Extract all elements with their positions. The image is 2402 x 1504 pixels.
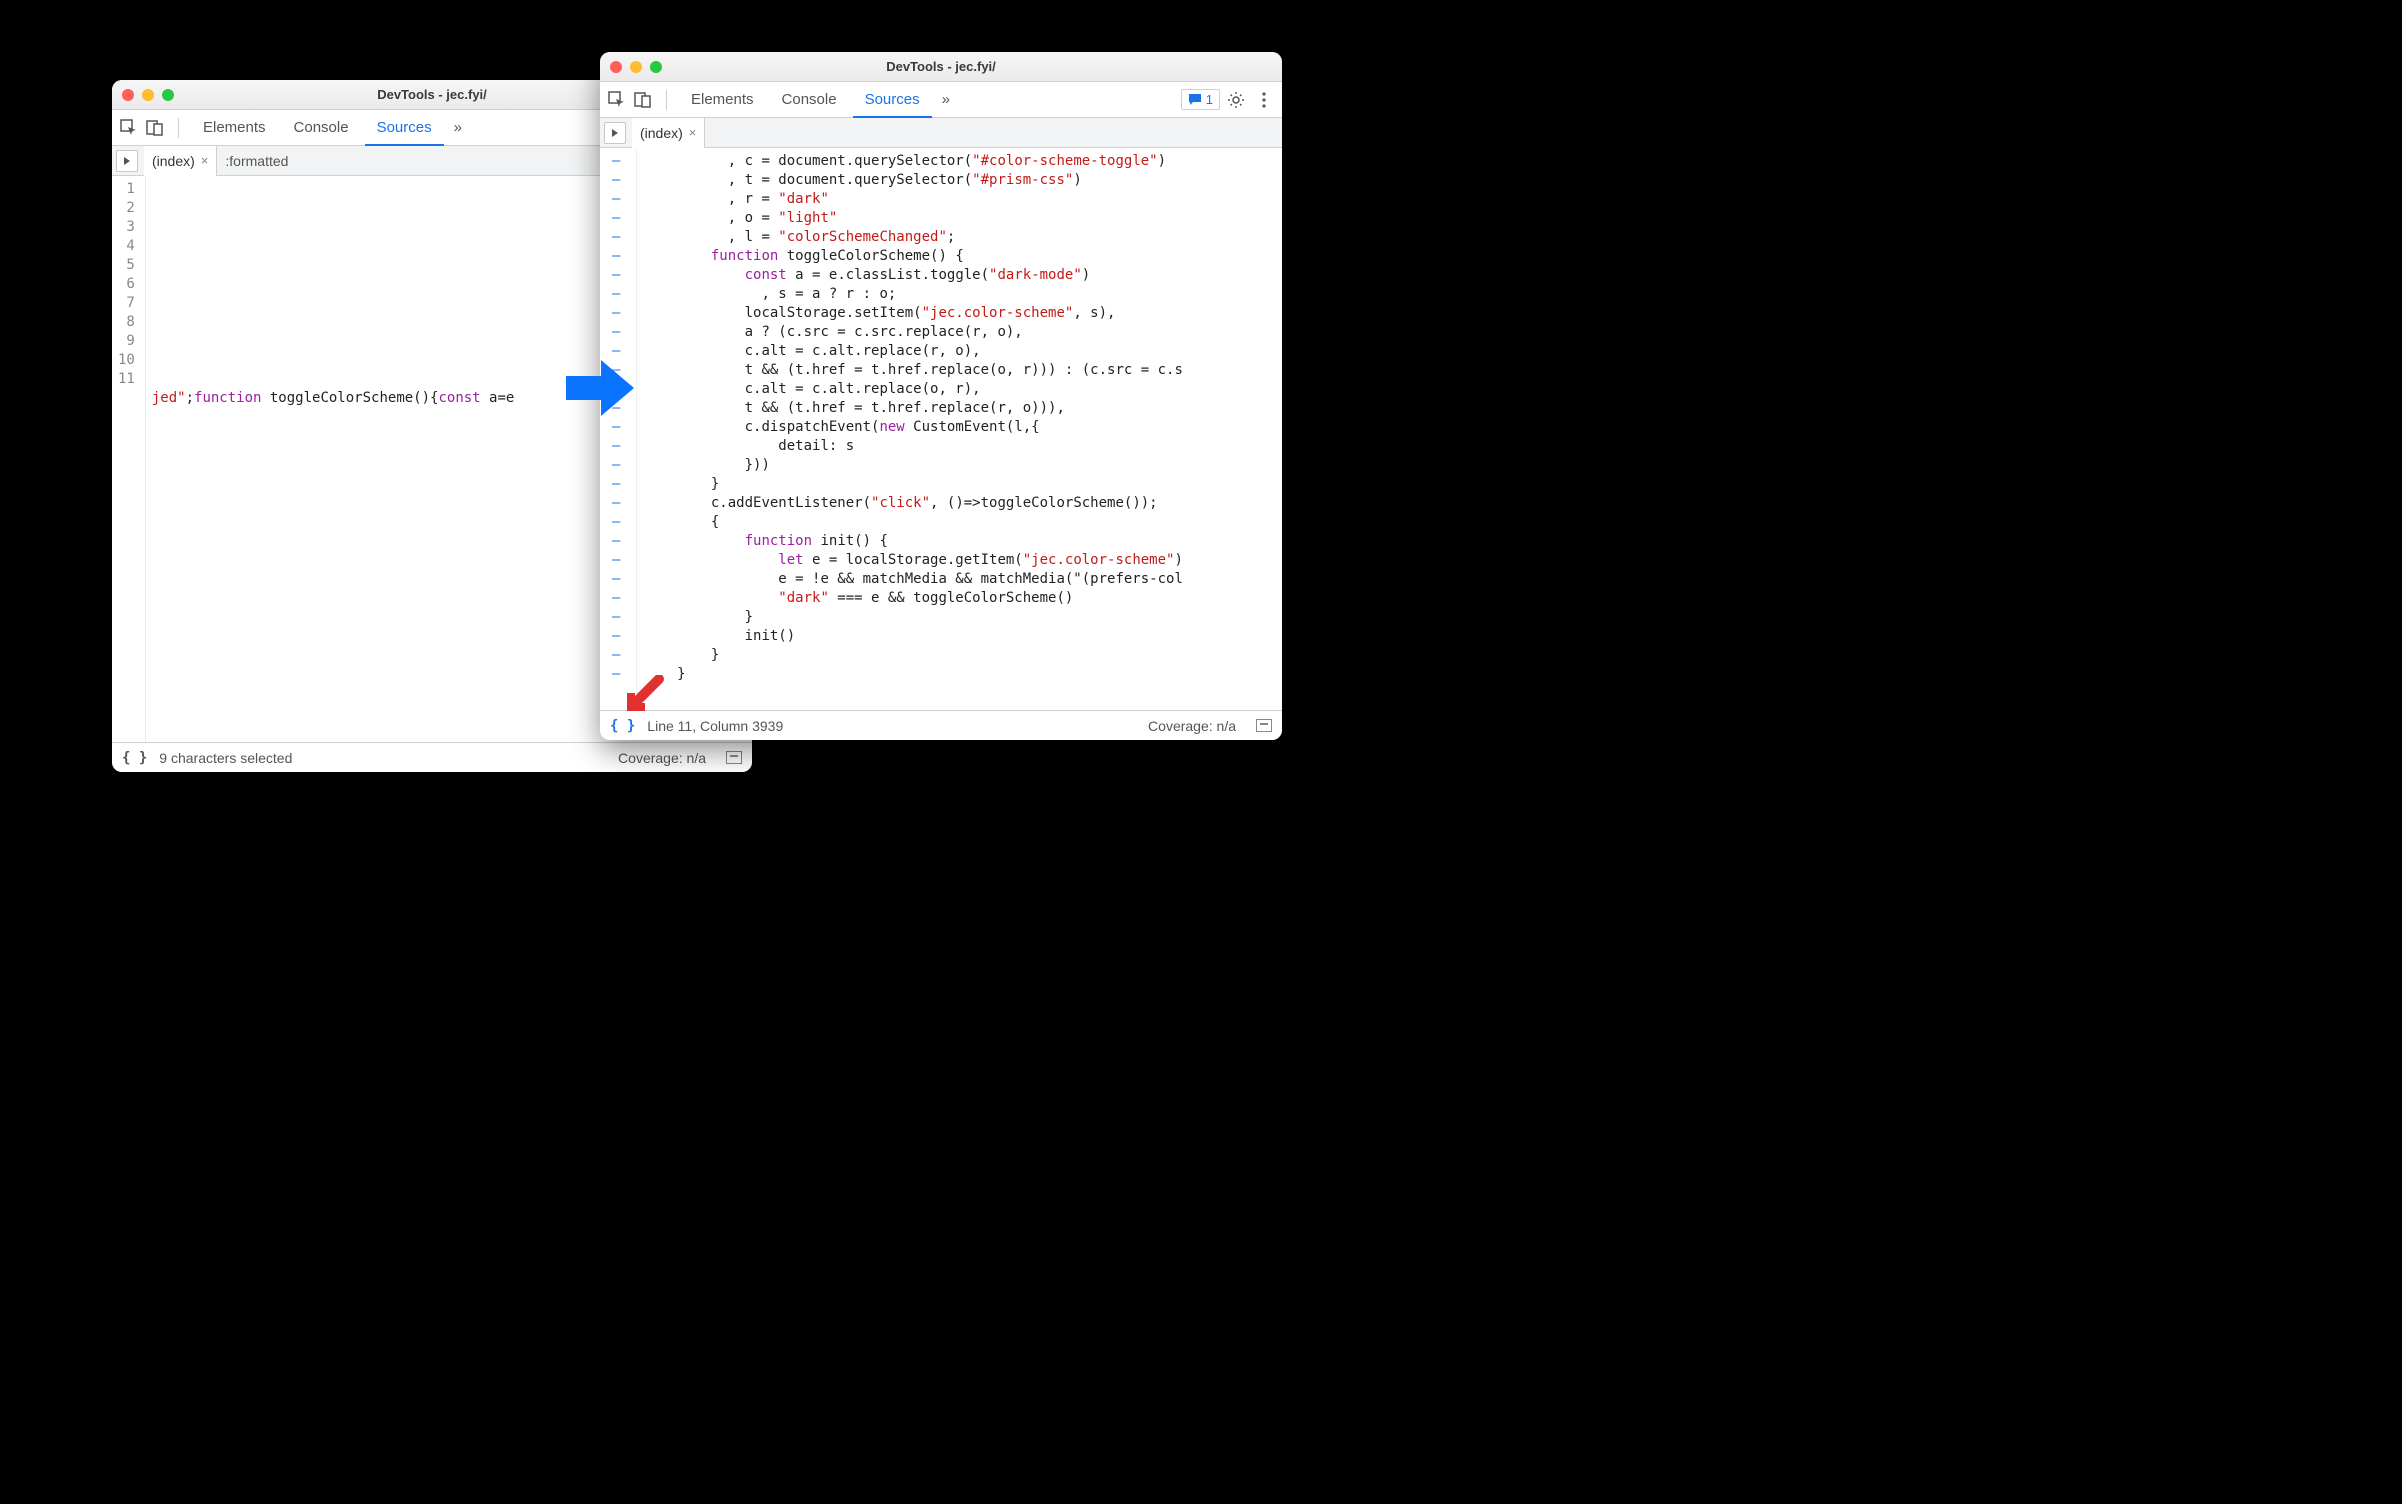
status-text: Line 11, Column 3939 (647, 718, 783, 734)
window-title: DevTools - jec.fyi/ (600, 59, 1282, 74)
code-line: a ? (c.src = c.src.replace(r, o), (643, 323, 1282, 342)
main-toolbar: Elements Console Sources » 1 (600, 82, 1282, 118)
titlebar: DevTools - jec.fyi/ (600, 52, 1282, 82)
inspect-element-icon[interactable] (606, 89, 628, 111)
code-line: function init() { (643, 532, 1282, 551)
issues-badge[interactable]: 1 (1181, 89, 1220, 110)
coverage-text: Coverage: n/a (1148, 718, 1236, 734)
navigator-toggle-icon[interactable] (116, 150, 138, 172)
file-tab-index[interactable]: (index) × (144, 146, 217, 176)
code-line: c.dispatchEvent(new CustomEvent(l,{ (643, 418, 1282, 437)
code-line: } (643, 646, 1282, 665)
tab-console[interactable]: Console (770, 82, 849, 118)
tabs-overflow-icon[interactable]: » (936, 82, 956, 118)
code-line: e = !e && matchMedia && matchMedia("(pre… (643, 570, 1282, 589)
footer: { } 9 characters selected Coverage: n/a (112, 742, 752, 772)
drawer-toggle-icon[interactable] (1256, 719, 1272, 732)
message-icon (1188, 93, 1202, 107)
gutter-folds: –––––––––––––––––––––––––––– (600, 148, 637, 710)
file-tabstrip: (index) × (600, 118, 1282, 148)
file-tab-label: (index) (640, 125, 683, 141)
tab-sources[interactable]: Sources (365, 110, 444, 146)
device-toolbar-icon[interactable] (144, 117, 166, 139)
kebab-menu-icon[interactable] (1252, 88, 1276, 112)
close-icon[interactable]: × (201, 153, 209, 168)
pretty-print-icon[interactable]: { } (122, 750, 147, 766)
code-line: let e = localStorage.getItem("jec.color-… (643, 551, 1282, 570)
code-line: detail: s (643, 437, 1282, 456)
code-line: } (643, 665, 1282, 684)
code-line: function toggleColorScheme() { (643, 247, 1282, 266)
code-content[interactable]: , c = document.querySelector("#color-sch… (637, 148, 1282, 710)
footer: { } Line 11, Column 3939 Coverage: n/a (600, 710, 1282, 740)
code-line: })) (643, 456, 1282, 475)
issue-count: 1 (1206, 92, 1213, 107)
divider (178, 118, 179, 138)
blue-arrow-annotation (566, 358, 636, 418)
device-toolbar-icon[interactable] (632, 89, 654, 111)
code-line: c.alt = c.alt.replace(r, o), (643, 342, 1282, 361)
coverage-text: Coverage: n/a (618, 750, 706, 766)
settings-icon[interactable] (1224, 88, 1248, 112)
file-tab-formatted[interactable]: :formatted (217, 146, 296, 176)
code-line: c.alt = c.alt.replace(o, r), (643, 380, 1282, 399)
pretty-print-icon[interactable]: { } (610, 718, 635, 734)
code-line: t && (t.href = t.href.replace(o, r))) : … (643, 361, 1282, 380)
code-line: , c = document.querySelector("#color-sch… (643, 152, 1282, 171)
devtools-window-right: DevTools - jec.fyi/ Elements Console Sou… (600, 52, 1282, 740)
code-line: const a = e.classList.toggle("dark-mode"… (643, 266, 1282, 285)
close-icon[interactable]: × (689, 125, 697, 140)
code-line: , t = document.querySelector("#prism-css… (643, 171, 1282, 190)
divider (666, 90, 667, 110)
tab-elements[interactable]: Elements (679, 82, 766, 118)
code-editor[interactable]: –––––––––––––––––––––––––––– , c = docum… (600, 148, 1282, 710)
tabs-overflow-icon[interactable]: » (448, 110, 468, 146)
code-line: { (643, 513, 1282, 532)
file-tab-label: (index) (152, 153, 195, 169)
code-line: , o = "light" (643, 209, 1282, 228)
file-tab-label: :formatted (225, 153, 288, 169)
red-arrow-annotation (625, 675, 665, 715)
drawer-toggle-icon[interactable] (726, 751, 742, 764)
code-line: t && (t.href = t.href.replace(r, o))), (643, 399, 1282, 418)
code-line: , l = "colorSchemeChanged"; (643, 228, 1282, 247)
code-line: init() (643, 627, 1282, 646)
navigator-toggle-icon[interactable] (604, 122, 626, 144)
code-line: } (643, 475, 1282, 494)
code-line: , s = a ? r : o; (643, 285, 1282, 304)
tab-sources[interactable]: Sources (853, 82, 932, 118)
tab-elements[interactable]: Elements (191, 110, 278, 146)
file-tab-index[interactable]: (index) × (632, 118, 705, 148)
inspect-element-icon[interactable] (118, 117, 140, 139)
gutter: 1234567891011 (112, 176, 146, 742)
code-line: } (643, 608, 1282, 627)
code-line: "dark" === e && toggleColorScheme() (643, 589, 1282, 608)
code-line: localStorage.setItem("jec.color-scheme",… (643, 304, 1282, 323)
status-text: 9 characters selected (159, 750, 292, 766)
code-line: , r = "dark" (643, 190, 1282, 209)
code-line: c.addEventListener("click", ()=>toggleCo… (643, 494, 1282, 513)
tab-console[interactable]: Console (282, 110, 361, 146)
